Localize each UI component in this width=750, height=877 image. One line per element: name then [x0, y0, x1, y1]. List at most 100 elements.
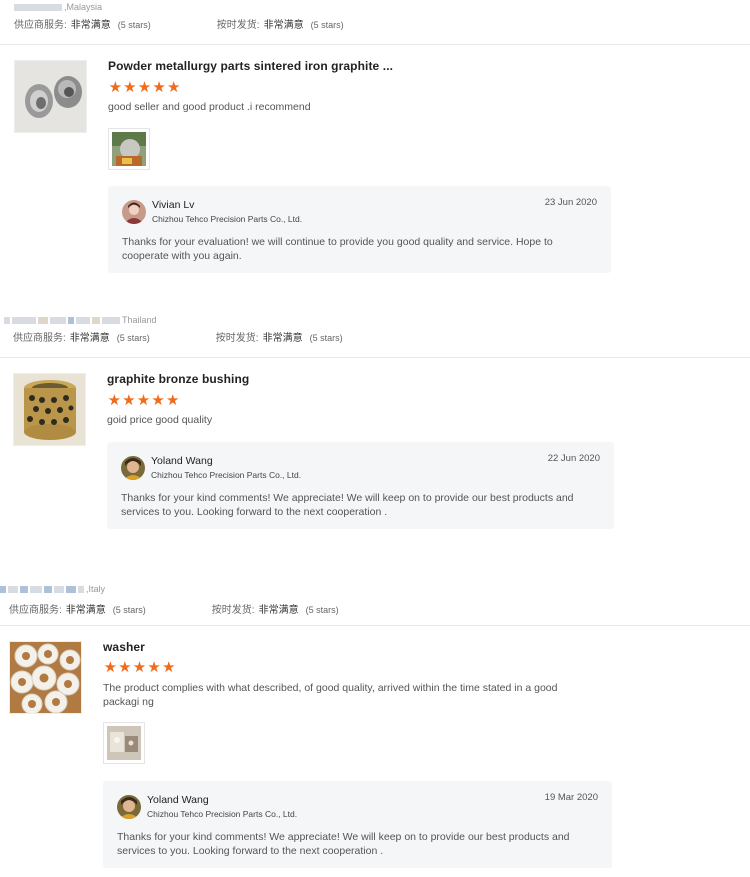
review-comment: goid price good quality — [107, 414, 213, 426]
blurred-buyer-name — [38, 316, 48, 324]
product-thumbnail[interactable] — [13, 373, 86, 446]
buyer-info: , Malaysia — [14, 0, 102, 14]
star-icon: ★ — [107, 392, 122, 409]
supplier-service-stars: (5 stars) — [116, 333, 150, 343]
buyer-country-name: Malaysia — [66, 2, 103, 12]
on-time-shipping-rating: 按时发货: 非常满意 (5 stars) — [212, 601, 339, 616]
review-comment: good seller and good product .i recommen… — [108, 101, 311, 113]
washer-image — [10, 642, 81, 713]
product-title[interactable]: Powder metallurgy parts sintered iron gr… — [108, 59, 393, 73]
supplier-service-label: 供应商服务: — [14, 20, 67, 31]
star-icon: ★ — [122, 392, 136, 409]
divider — [0, 44, 750, 45]
rating-stars: ★ ★ ★ ★ ★ — [107, 392, 180, 409]
star-icon: ★ — [103, 659, 118, 676]
on-time-shipping-value: 非常满意 — [262, 333, 303, 344]
review-item: Thailand 供应商服务: 非常满意 (5 stars) 按时发货: 非常满… — [0, 313, 750, 538]
reply-date: 22 Jun 2020 — [547, 453, 600, 464]
divider — [0, 357, 750, 358]
avatar — [122, 200, 146, 224]
blurred-buyer-name — [0, 585, 6, 593]
review-item: , Malaysia 供应商服务: 非常满意 (5 stars) 按时发货: 非常… — [0, 0, 750, 280]
buyer-info: Thailand — [4, 313, 157, 327]
reply-company: Chizhou Tehco Precision Parts Co., Ltd. — [147, 809, 298, 819]
buyer-info: , Italy — [0, 582, 105, 596]
blurred-buyer-name — [4, 316, 10, 324]
rating-stars: ★ ★ ★ ★ ★ — [108, 79, 181, 96]
blurred-buyer-name — [66, 585, 76, 593]
bronze-bushing-image — [14, 374, 85, 445]
reply-author-name: Yoland Wang — [147, 794, 209, 806]
review-item: , Italy 供应商服务: 非常满意 (5 stars) 按时发货: 非常满意 … — [0, 580, 750, 877]
blurred-buyer-name — [76, 316, 90, 324]
supplier-service-stars: (5 stars) — [117, 20, 151, 30]
buyer-country-name: Thailand — [122, 315, 157, 325]
reply-text: Thanks for your kind comments! We apprec… — [117, 831, 570, 857]
product-title[interactable]: graphite bronze bushing — [107, 372, 249, 386]
star-icon: ★ — [151, 392, 165, 409]
reply-author-name: Vivian Lv — [152, 199, 195, 211]
on-time-shipping-label: 按时发货: — [211, 605, 255, 616]
on-time-shipping-label: 按时发货: — [215, 333, 259, 344]
product-thumbnail[interactable] — [9, 641, 82, 714]
reply-company: Chizhou Tehco Precision Parts Co., Ltd. — [152, 214, 303, 224]
on-time-shipping-stars: (5 stars) — [309, 333, 343, 343]
blurred-buyer-name — [30, 585, 42, 593]
star-icon: ★ — [161, 659, 176, 676]
star-icon: ★ — [152, 79, 166, 96]
supplier-service-label: 供应商服务: — [9, 605, 62, 616]
supplier-service-value: 非常满意 — [69, 333, 110, 344]
blurred-buyer-name — [20, 585, 28, 593]
blurred-buyer-name — [68, 316, 74, 324]
reply-text: Thanks for your kind comments! We apprec… — [121, 492, 574, 518]
avatar — [121, 456, 145, 480]
blurred-buyer-name — [92, 316, 100, 324]
buyer-country-name: Italy — [88, 584, 106, 594]
supplier-service-stars: (5 stars) — [112, 605, 146, 615]
review-comment: The product complies with what described… — [103, 682, 558, 708]
seller-ratings: 供应商服务: 非常满意 (5 stars) 按时发货: 非常满意 (5 star… — [13, 329, 409, 344]
supplier-reply: Vivian Lv Chizhou Tehco Precision Parts … — [108, 186, 611, 273]
review-photo-image — [112, 132, 146, 166]
blurred-buyer-name — [8, 585, 18, 593]
on-time-shipping-label: 按时发货: — [216, 20, 260, 31]
on-time-shipping-rating: 按时发货: 非常满意 (5 stars) — [217, 16, 344, 31]
review-photo[interactable] — [103, 722, 145, 764]
divider — [0, 625, 750, 626]
reply-company: Chizhou Tehco Precision Parts Co., Ltd. — [151, 470, 302, 480]
supplier-service-rating: 供应商服务: 非常满意 (5 stars) — [13, 329, 150, 344]
avatar — [117, 795, 141, 819]
blurred-buyer-name — [12, 316, 36, 324]
on-time-shipping-stars: (5 stars) — [310, 20, 344, 30]
blurred-buyer-name — [50, 316, 66, 324]
supplier-service-value: 非常满意 — [65, 605, 106, 616]
star-icon: ★ — [132, 659, 147, 676]
supplier-reply: Yoland Wang Chizhou Tehco Precision Part… — [103, 781, 612, 868]
blurred-buyer-name — [44, 585, 52, 593]
star-icon: ★ — [137, 79, 152, 96]
metal-parts-image — [15, 61, 86, 132]
reply-date: 19 Mar 2020 — [544, 792, 598, 803]
product-thumbnail[interactable] — [14, 60, 87, 133]
blurred-buyer-name — [54, 585, 64, 593]
star-icon: ★ — [166, 79, 181, 96]
review-photo-image — [107, 726, 141, 760]
star-icon: ★ — [165, 392, 180, 409]
on-time-shipping-stars: (5 stars) — [305, 605, 339, 615]
reply-author-name: Yoland Wang — [151, 455, 213, 467]
supplier-service-rating: 供应商服务: 非常满意 (5 stars) — [14, 16, 151, 31]
seller-ratings: 供应商服务: 非常满意 (5 stars) 按时发货: 非常满意 (5 star… — [14, 16, 410, 31]
review-header: , Italy 供应商服务: 非常满意 (5 stars) 按时发货: 非常满意 … — [0, 580, 750, 624]
reply-date: 23 Jun 2020 — [544, 197, 597, 208]
review-header: , Malaysia 供应商服务: 非常满意 (5 stars) 按时发货: 非常… — [0, 0, 750, 44]
reply-text: Thanks for your evaluation! we will cont… — [122, 236, 553, 262]
supplier-service-label: 供应商服务: — [13, 333, 66, 344]
supplier-service-rating: 供应商服务: 非常满意 (5 stars) — [9, 601, 146, 616]
product-title[interactable]: washer — [103, 640, 145, 654]
star-icon: ★ — [118, 659, 132, 676]
star-icon: ★ — [147, 659, 161, 676]
seller-ratings: 供应商服务: 非常满意 (5 stars) 按时发货: 非常满意 (5 star… — [9, 601, 405, 616]
review-photo[interactable] — [108, 128, 150, 170]
on-time-shipping-value: 非常满意 — [263, 20, 304, 31]
star-icon: ★ — [108, 79, 123, 96]
